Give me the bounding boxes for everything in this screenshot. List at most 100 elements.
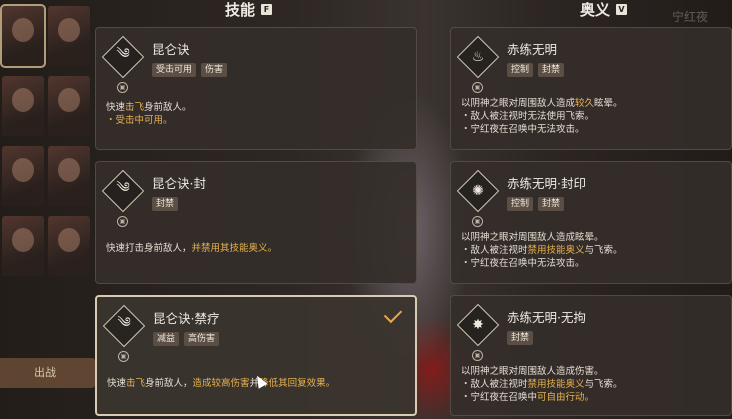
- description-text: 眩晕。: [594, 98, 623, 109]
- character-list: 出战: [0, 0, 96, 419]
- skills-description: 快速击飞身前敌人。 ・受击中可用。: [106, 101, 192, 127]
- description-line: 以阴神之眼对周围敌人造成伤害。: [461, 365, 623, 378]
- tag-list: 控制 封禁: [507, 197, 565, 211]
- tag-badge: 控制: [507, 197, 534, 211]
- tag-badge: 高伤害: [184, 332, 220, 346]
- tag-badge: 封禁: [507, 331, 534, 345]
- description-line: 快速打击身前敌人，并禁用其技能奥义。: [106, 242, 277, 255]
- burst-icon: ✸: [472, 317, 484, 333]
- description-line: ・宁红夜在召唤中可自由行动。: [461, 391, 623, 404]
- deploy-button[interactable]: 出战: [0, 358, 95, 388]
- ultimates-card[interactable]: ✺ ▣ 赤练无明·封印 控制 封禁以阴神之眼对周围敌人造成眩晕。 ・敌人被注视时禁用技能奥…: [450, 161, 732, 284]
- description-text: 快速打击身前敌人，: [106, 243, 192, 254]
- highlight-text: 禁用技能奥义: [527, 245, 585, 256]
- description-text: 与飞索。: [584, 245, 623, 256]
- skills-card[interactable]: ༄ ▣ 昆仑诀·禁疗 减益 高伤害快速击飞身前敌人，造成较高伤害并降低其回复效果。: [95, 295, 417, 416]
- level-dot-icon: ▣: [117, 216, 128, 227]
- tag-badge: 减益: [153, 332, 180, 346]
- skills-title: 昆仑诀: [152, 42, 190, 57]
- highlight-text: 可自由行动。: [537, 392, 595, 403]
- skills-header-label: 技能: [225, 0, 256, 19]
- highlight-text: 较久: [575, 98, 595, 109]
- highlight-text: 降低其回复效果。: [259, 378, 336, 389]
- description-text: ・宁红夜在召唤中无法攻击。: [461, 124, 585, 135]
- tag-badge: 封禁: [538, 63, 565, 77]
- swirl-blade-icon: ༄: [117, 315, 131, 331]
- highlight-text: ・受击中可用。: [106, 115, 173, 126]
- highlight-text: 造成较高伤害: [192, 378, 250, 389]
- character-portrait[interactable]: [2, 146, 44, 206]
- description-text: ・敌人被注视时无法使用飞索。: [461, 111, 595, 122]
- description-text: ・敌人被注视时: [461, 379, 528, 390]
- ultimates-description: 以阴神之眼对周围敌人造成较久眩晕。 ・敌人被注视时无法使用飞索。 ・宁红夜在召唤中无…: [461, 97, 623, 136]
- skills-header: 技能 F: [225, 0, 273, 19]
- description-text: 快速: [106, 102, 126, 113]
- highlight-text: 禁用技能奥义: [527, 379, 585, 390]
- ultimates-card[interactable]: ♨ ▣ 赤练无明 控制 封禁 以阴神之眼对周围敌人造成较久眩晕。 ・敌人被注视时无法使用飞索…: [450, 27, 732, 150]
- description-line: 以阴神之眼对周围敌人造成较久眩晕。: [461, 97, 623, 110]
- skills-card[interactable]: ༄ ▣ 昆仑诀 受击可用 伤害 快速击飞身前敌人。 ・受击中可用。: [95, 27, 417, 150]
- tag-badge: 受击可用: [152, 63, 197, 77]
- highlight-text: 并禁用其技能奥义。: [191, 243, 278, 254]
- character-portrait[interactable]: [2, 76, 44, 136]
- character-portrait[interactable]: [2, 216, 44, 276]
- description-text: ・宁红夜在召唤中无法攻击。: [461, 258, 585, 269]
- level-dot-icon: ▣: [118, 351, 129, 362]
- description-line: ・敌人被注视时禁用技能奥义与飞索。: [461, 244, 623, 257]
- skills-title: 昆仑诀·禁疗: [153, 311, 220, 326]
- skills-hotkey-badge: F: [261, 3, 273, 15]
- character-portrait[interactable]: [48, 6, 90, 66]
- tag-badge: 封禁: [152, 197, 179, 211]
- ultimates-title: 赤练无明·封印: [507, 176, 586, 191]
- description-line: ・敌人被注视时禁用技能奥义与飞索。: [461, 378, 623, 391]
- ultimates-title: 赤练无明: [507, 42, 558, 57]
- character-portrait[interactable]: [48, 216, 90, 276]
- description-text: 以阴神之眼对周围敌人造成伤害。: [461, 366, 604, 377]
- description-line: ・敌人被注视时无法使用飞索。: [461, 110, 623, 123]
- skills-title: 昆仑诀·封: [152, 176, 206, 191]
- ultimate-hotkey-badge: V: [616, 3, 628, 15]
- ultimates-title: 赤练无明·无拘: [507, 310, 586, 325]
- level-dot-icon: ▣: [472, 216, 483, 227]
- tag-badge: 伤害: [201, 63, 228, 77]
- ultimate-header-label: 奥义: [580, 0, 611, 19]
- description-line: ・受击中可用。: [106, 114, 192, 127]
- highlight-text: 击飞: [125, 102, 145, 113]
- character-portrait[interactable]: [48, 76, 90, 136]
- description-text: 以阴神之眼对周围敌人造成眩晕。: [461, 232, 604, 243]
- description-line: ・宁红夜在召唤中无法攻击。: [461, 123, 623, 136]
- skills-description: 快速击飞身前敌人，造成较高伤害并降低其回复效果。: [107, 377, 335, 390]
- highlight-text: 击飞: [126, 378, 146, 389]
- tag-list: 封禁: [152, 197, 179, 211]
- skills-card[interactable]: ༄ ▣ 昆仑诀·封封禁快速打击身前敌人，并禁用其技能奥义。: [95, 161, 417, 284]
- skills-description: 快速打击身前敌人，并禁用其技能奥义。: [106, 242, 277, 255]
- checkmark-icon: [383, 304, 403, 324]
- description-text: 身前敌人，: [145, 378, 193, 389]
- character-portrait[interactable]: [48, 146, 90, 206]
- tag-list: 受击可用 伤害: [152, 63, 228, 77]
- description-text: ・宁红夜在召唤中: [461, 392, 538, 403]
- tag-badge: 封禁: [538, 197, 565, 211]
- description-line: 快速击飞身前敌人，造成较高伤害并降低其回复效果。: [107, 377, 335, 390]
- description-text: 以阴神之眼对周围敌人造成: [461, 98, 576, 109]
- ultimates-description: 以阴神之眼对周围敌人造成眩晕。 ・敌人被注视时禁用技能奥义与飞索。 ・宁红夜在召唤中…: [461, 231, 623, 270]
- ultimates-card[interactable]: ✸ ▣ 赤练无明·无拘 封禁以阴神之眼对周围敌人造成伤害。 ・敌人被注视时禁用技能奥义与…: [450, 295, 732, 416]
- level-dot-icon: ▣: [472, 350, 483, 361]
- character-portrait[interactable]: [0, 4, 46, 68]
- swirl-blade-icon: ༄: [116, 180, 130, 196]
- ultimates-description: 以阴神之眼对周围敌人造成伤害。 ・敌人被注视时禁用技能奥义与飞索。 ・宁红夜在召唤中…: [461, 365, 623, 404]
- description-text: 身前敌人。: [144, 102, 192, 113]
- tag-badge: 控制: [507, 63, 534, 77]
- seal-icon: ✺: [472, 183, 484, 199]
- tag-list: 减益 高伤害: [153, 332, 220, 346]
- swirl-blade-icon: ༄: [116, 46, 130, 62]
- tag-list: 控制 封禁: [507, 63, 565, 77]
- description-text: 快速: [107, 378, 127, 389]
- description-line: ・宁红夜在召唤中无法攻击。: [461, 257, 623, 270]
- description-text: 与飞索。: [584, 379, 623, 390]
- tag-list: 封禁: [507, 331, 534, 345]
- description-line: 以阴神之眼对周围敌人造成眩晕。: [461, 231, 623, 244]
- level-dot-icon: ▣: [472, 82, 483, 93]
- description-line: 快速击飞身前敌人。: [106, 101, 192, 114]
- character-name-watermark: 宁红夜: [672, 10, 709, 24]
